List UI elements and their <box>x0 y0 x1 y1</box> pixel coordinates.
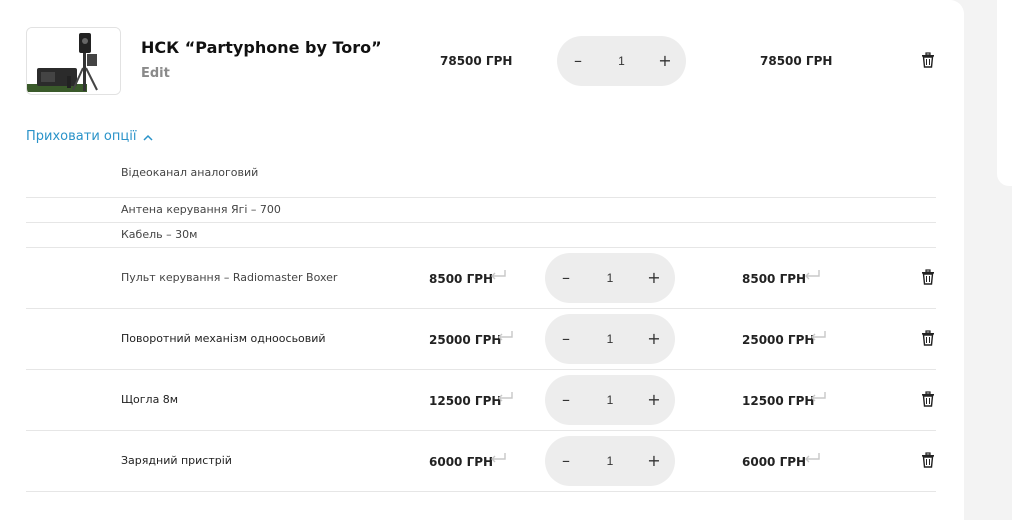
quantity-stepper: – 1 + <box>545 436 675 486</box>
return-arrow-icon <box>491 270 506 280</box>
quantity-stepper: – 1 + <box>545 253 675 303</box>
option-total: 12500 ГРН <box>742 394 815 408</box>
increase-button[interactable]: + <box>647 453 661 469</box>
divider <box>26 308 936 309</box>
option-total: 6000 ГРН <box>742 455 807 469</box>
hide-options-label: Приховати опції <box>26 129 137 144</box>
return-arrow-icon <box>811 331 826 341</box>
option-label: Відеоканал аналоговий <box>121 166 259 179</box>
edit-link[interactable]: Edit <box>141 66 170 81</box>
total-price: 78500 ГРН <box>760 54 833 68</box>
option-price: 8500 ГРН <box>429 272 494 286</box>
divider <box>26 197 936 198</box>
divider <box>26 247 936 248</box>
divider <box>26 369 936 370</box>
option-label: Поворотний механізм одноосьовий <box>121 332 326 345</box>
unit-price: 78500 ГРН <box>440 54 513 68</box>
decrease-button[interactable]: – <box>559 453 573 469</box>
product-photo <box>27 28 120 94</box>
decrease-button[interactable]: – <box>559 331 573 347</box>
divider <box>26 430 936 431</box>
option-label: Зарядний пристрій <box>121 454 232 467</box>
chevron-up-icon <box>143 134 153 141</box>
increase-button[interactable]: + <box>658 53 672 69</box>
option-label: Антена керування Ягі – 700 <box>121 203 281 216</box>
trash-icon[interactable] <box>920 52 936 68</box>
quantity-value[interactable]: 1 <box>618 54 625 68</box>
option-price: 25000 ГРН <box>429 333 502 347</box>
option-total: 25000 ГРН <box>742 333 815 347</box>
product-image[interactable] <box>26 27 121 95</box>
divider <box>26 491 936 492</box>
return-arrow-icon <box>498 392 513 402</box>
return-arrow-icon <box>811 392 826 402</box>
quantity-value[interactable]: 1 <box>607 332 614 346</box>
increase-button[interactable]: + <box>647 331 661 347</box>
option-label: Кабель – 30м <box>121 228 198 241</box>
option-price: 12500 ГРН <box>429 394 502 408</box>
quantity-stepper: – 1 + <box>545 375 675 425</box>
trash-icon[interactable] <box>920 330 936 346</box>
hide-options-toggle[interactable]: Приховати опції <box>26 129 154 144</box>
trash-icon[interactable] <box>920 269 936 285</box>
product-title[interactable]: НСК “Partyphone by Toro” <box>141 38 382 57</box>
summary-panel <box>997 0 1012 186</box>
quantity-stepper: – 1 + <box>545 314 675 364</box>
trash-icon[interactable] <box>920 391 936 407</box>
decrease-button[interactable]: – <box>571 53 585 69</box>
return-arrow-icon <box>805 270 820 280</box>
option-total: 8500 ГРН <box>742 272 807 286</box>
cart-card: НСК “Partyphone by Toro” Edit 78500 ГРН … <box>0 0 964 520</box>
return-arrow-icon <box>491 453 506 463</box>
decrease-button[interactable]: – <box>559 392 573 408</box>
return-arrow-icon <box>805 453 820 463</box>
option-price: 6000 ГРН <box>429 455 494 469</box>
option-label: Пульт керування – Radiomaster Boxer <box>121 271 338 284</box>
divider <box>26 222 936 223</box>
increase-button[interactable]: + <box>647 392 661 408</box>
increase-button[interactable]: + <box>647 270 661 286</box>
quantity-stepper: – 1 + <box>557 36 686 86</box>
decrease-button[interactable]: – <box>559 270 573 286</box>
return-arrow-icon <box>498 331 513 341</box>
option-label: Щогла 8м <box>121 393 179 406</box>
quantity-value[interactable]: 1 <box>607 454 614 468</box>
quantity-value[interactable]: 1 <box>607 393 614 407</box>
trash-icon[interactable] <box>920 452 936 468</box>
quantity-value[interactable]: 1 <box>607 271 614 285</box>
